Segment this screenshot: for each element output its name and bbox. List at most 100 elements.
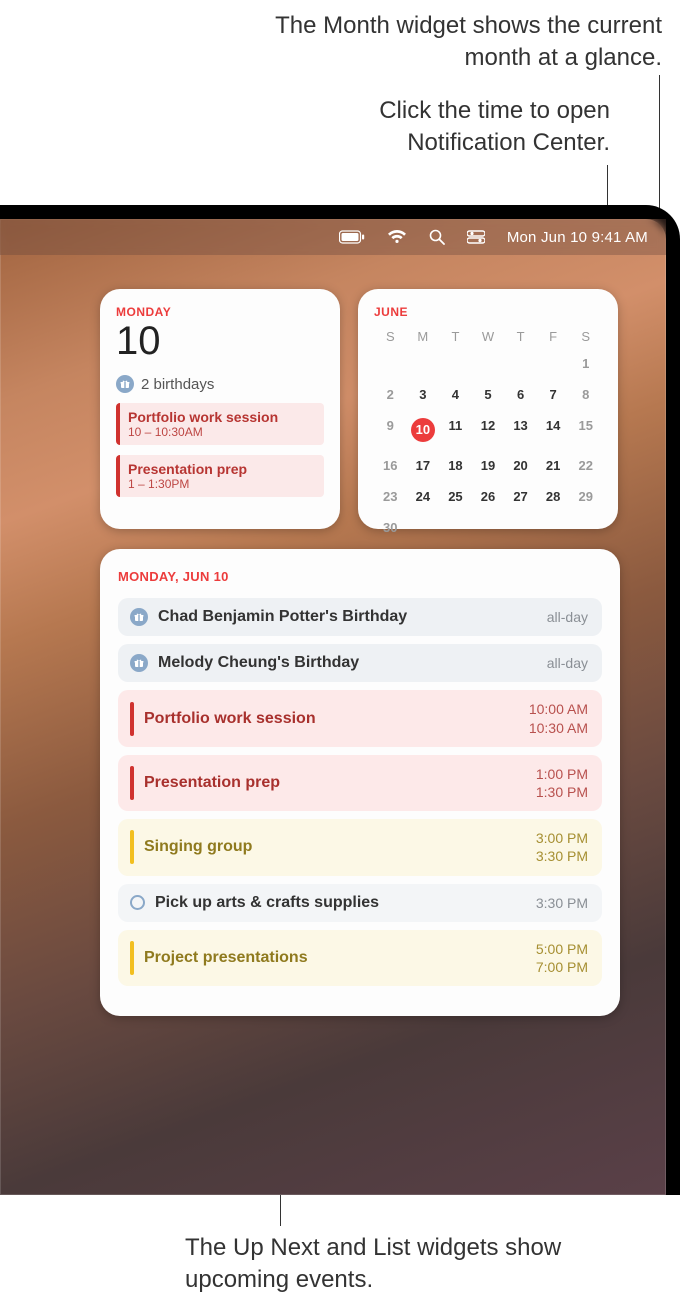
upnext-event: Portfolio work session10 – 10:30AM	[116, 403, 324, 445]
month-day[interactable]	[537, 514, 570, 541]
month-day[interactable]: 12	[472, 412, 505, 448]
month-dow-header: T	[504, 327, 537, 346]
month-day[interactable]: 1	[569, 350, 602, 377]
event-title: Project presentations	[144, 949, 526, 967]
month-day[interactable]	[439, 350, 472, 377]
month-day[interactable]: 14	[537, 412, 570, 448]
month-day[interactable]	[537, 350, 570, 377]
month-day[interactable]: 22	[569, 452, 602, 479]
month-dow-header: W	[472, 327, 505, 346]
month-day[interactable]: 30	[374, 514, 407, 541]
month-day[interactable]: 2	[374, 381, 407, 408]
list-event[interactable]: Pick up arts & crafts supplies 3:30 PM	[118, 884, 602, 922]
event-title: Pick up arts & crafts supplies	[155, 894, 526, 912]
control-center-icon[interactable]	[467, 230, 485, 244]
month-day[interactable]: 24	[407, 483, 440, 510]
upnext-day-of-week: MONDAY	[116, 305, 324, 319]
list-event[interactable]: Melody Cheung's Birthday all-day	[118, 644, 602, 682]
month-dow-header: S	[374, 327, 407, 346]
month-day[interactable]	[569, 514, 602, 541]
search-icon[interactable]	[429, 229, 445, 245]
month-day[interactable]: 8	[569, 381, 602, 408]
month-day[interactable]: 25	[439, 483, 472, 510]
month-day[interactable]: 23	[374, 483, 407, 510]
month-day[interactable]: 16	[374, 452, 407, 479]
event-color-bar	[130, 766, 134, 800]
event-title: Portfolio work session	[144, 710, 519, 728]
battery-icon	[339, 230, 365, 244]
month-day[interactable]: 19	[472, 452, 505, 479]
month-day[interactable]	[472, 350, 505, 377]
month-day[interactable]: 5	[472, 381, 505, 408]
month-dow-header: M	[407, 327, 440, 346]
list-event[interactable]: Singing group3:00 PM3:30 PM	[118, 819, 602, 875]
widget-up-next[interactable]: MONDAY 10 2 birthdays Portfolio work ses…	[100, 289, 340, 529]
month-day[interactable]: 11	[439, 412, 472, 448]
event-time: 1:00 PM1:30 PM	[536, 765, 588, 801]
month-day[interactable]: 6	[504, 381, 537, 408]
month-day[interactable]: 13	[504, 412, 537, 448]
event-time: 10:00 AM10:30 AM	[529, 700, 588, 736]
event-color-bar	[130, 830, 134, 864]
month-day[interactable]	[407, 514, 440, 541]
event-time: 5:00 PM7:00 PM	[536, 940, 588, 976]
month-day[interactable]: 17	[407, 452, 440, 479]
upnext-event: Presentation prep1 – 1:30PM	[116, 455, 324, 497]
month-day[interactable]: 15	[569, 412, 602, 448]
month-day[interactable]	[439, 514, 472, 541]
ring-icon	[130, 895, 145, 910]
callout-month-widget: The Month widget shows the current month…	[242, 10, 662, 75]
month-day[interactable]: 26	[472, 483, 505, 510]
event-color-bar	[130, 941, 134, 975]
month-day-today[interactable]: 10	[407, 412, 440, 448]
upnext-birthdays-label: 2 birthdays	[141, 376, 214, 393]
event-title: Melody Cheung's Birthday	[158, 654, 537, 672]
month-day[interactable]	[472, 514, 505, 541]
month-grid: SMTWTFS123456789101112131415161718192021…	[374, 327, 602, 541]
widget-month[interactable]: JUNE SMTWTFS1234567891011121314151617181…	[358, 289, 618, 529]
list-date-header: MONDAY, JUN 10	[118, 569, 602, 584]
list-event[interactable]: Project presentations 5:00 PM7:00 PM	[118, 930, 602, 986]
event-time: 3:00 PM3:30 PM	[536, 829, 588, 865]
mac-desktop: Mon Jun 10 9:41 AM MONDAY 10 2 birthdays…	[0, 205, 680, 1195]
month-day[interactable]: 4	[439, 381, 472, 408]
widget-list[interactable]: MONDAY, JUN 10 Chad Benjamin Potter's Bi…	[100, 549, 620, 1016]
month-dow-header: F	[537, 327, 570, 346]
month-day[interactable]: 18	[439, 452, 472, 479]
gift-icon	[130, 654, 148, 672]
event-title: Chad Benjamin Potter's Birthday	[158, 608, 537, 626]
month-day[interactable]: 27	[504, 483, 537, 510]
month-day[interactable]: 7	[537, 381, 570, 408]
month-day[interactable]: 3	[407, 381, 440, 408]
upnext-day-number: 10	[116, 321, 324, 361]
gift-icon	[116, 375, 134, 393]
month-day[interactable]: 21	[537, 452, 570, 479]
month-dow-header: T	[439, 327, 472, 346]
list-event[interactable]: Portfolio work session 10:00 AM10:30 AM	[118, 690, 602, 746]
list-event[interactable]: Chad Benjamin Potter's Birthdayall-day	[118, 598, 602, 636]
list-event[interactable]: Presentation prep 1:00 PM1:30 PM	[118, 755, 602, 811]
callout-notification-center: Click the time to open Notification Cent…	[270, 95, 610, 160]
upnext-birthdays: 2 birthdays	[116, 375, 324, 393]
event-time: all-day	[547, 654, 588, 672]
event-title: Presentation prep	[128, 461, 314, 477]
menubar: Mon Jun 10 9:41 AM	[0, 219, 666, 255]
wifi-icon	[387, 230, 407, 244]
month-day[interactable]: 20	[504, 452, 537, 479]
month-day[interactable]	[407, 350, 440, 377]
event-time: 10 – 10:30AM	[128, 425, 314, 439]
gift-icon	[130, 608, 148, 626]
month-dow-header: S	[569, 327, 602, 346]
event-color-bar	[130, 702, 134, 736]
month-day[interactable]: 9	[374, 412, 407, 448]
event-time: 1 – 1:30PM	[128, 477, 314, 491]
event-title: Presentation prep	[144, 774, 526, 792]
month-name: JUNE	[374, 305, 602, 319]
event-time: 3:30 PM	[536, 894, 588, 912]
month-day[interactable]	[504, 514, 537, 541]
month-day[interactable]: 29	[569, 483, 602, 510]
month-day[interactable]	[374, 350, 407, 377]
month-day[interactable]	[504, 350, 537, 377]
menubar-clock[interactable]: Mon Jun 10 9:41 AM	[507, 229, 648, 246]
month-day[interactable]: 28	[537, 483, 570, 510]
